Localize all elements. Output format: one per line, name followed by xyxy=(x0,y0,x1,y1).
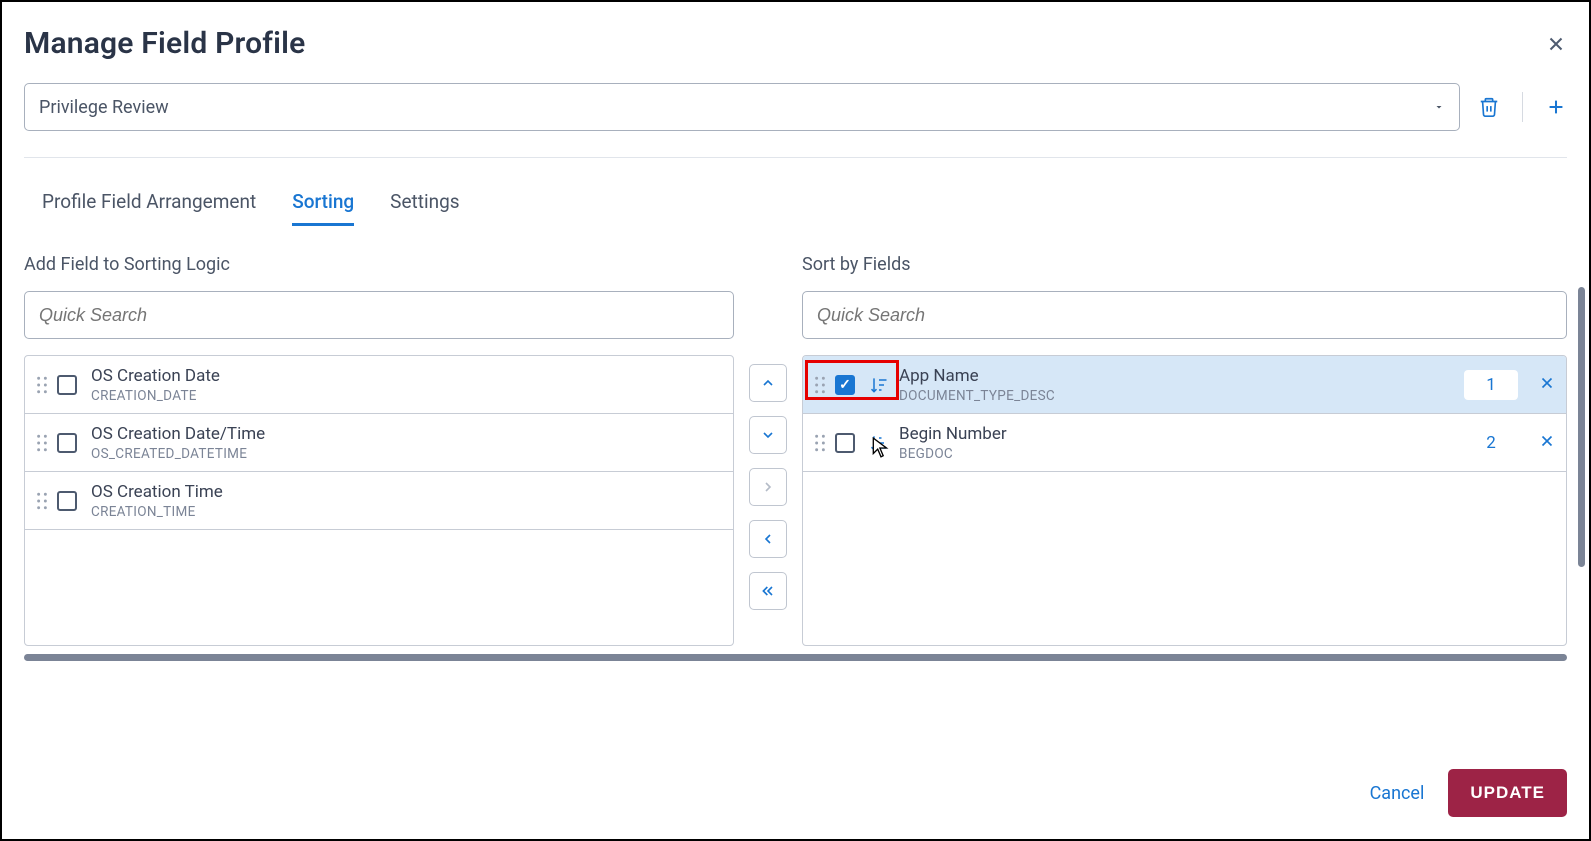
checkbox[interactable] xyxy=(57,491,77,511)
tabs: Profile Field Arrangement Sorting Settin… xyxy=(2,158,1589,226)
available-fields-list: OS Creation Date CREATION_DATE OS Creati… xyxy=(24,355,734,646)
checkbox[interactable] xyxy=(835,375,855,395)
field-title: Begin Number xyxy=(899,424,1464,444)
right-search-input[interactable] xyxy=(817,305,1552,326)
remove-icon[interactable] xyxy=(1538,432,1556,454)
caret-down-icon xyxy=(1433,97,1445,118)
checkbox[interactable] xyxy=(835,433,855,453)
list-item[interactable]: OS Creation Time CREATION_TIME xyxy=(25,472,733,530)
vertical-scrollbar[interactable] xyxy=(1578,287,1585,567)
sort-desc-icon[interactable] xyxy=(869,375,889,395)
field-code: CREATION_DATE xyxy=(91,388,723,404)
page-title: Manage Field Profile xyxy=(24,26,305,61)
profile-select[interactable]: Privilege Review xyxy=(24,83,1460,131)
field-title: OS Creation Time xyxy=(91,482,723,502)
update-button[interactable]: UPDATE xyxy=(1448,769,1567,817)
close-icon[interactable] xyxy=(1545,33,1567,55)
tab-settings[interactable]: Settings xyxy=(390,190,459,226)
checkbox[interactable] xyxy=(57,375,77,395)
remove-icon[interactable] xyxy=(1538,374,1556,396)
left-column-label: Add Field to Sorting Logic xyxy=(24,254,734,275)
order-badge: 2 xyxy=(1464,428,1518,458)
divider xyxy=(1522,92,1523,122)
move-left-button[interactable] xyxy=(749,520,787,558)
right-search[interactable] xyxy=(802,291,1567,339)
profile-select-value: Privilege Review xyxy=(39,97,169,118)
drag-handle-icon[interactable] xyxy=(813,376,827,394)
field-code: BEGDOC xyxy=(899,446,1464,462)
checkbox[interactable] xyxy=(57,433,77,453)
delete-icon[interactable] xyxy=(1478,96,1500,118)
move-right-button[interactable] xyxy=(749,468,787,506)
field-code: DOCUMENT_TYPE_DESC xyxy=(899,388,1464,404)
right-column-label: Sort by Fields xyxy=(802,254,1567,275)
list-item[interactable]: OS Creation Date CREATION_DATE xyxy=(25,356,733,414)
tab-sorting[interactable]: Sorting xyxy=(292,190,354,226)
left-search[interactable] xyxy=(24,291,734,339)
drag-handle-icon[interactable] xyxy=(35,492,49,510)
field-code: CREATION_TIME xyxy=(91,504,723,520)
field-code: OS_CREATED_DATETIME xyxy=(91,446,723,462)
field-title: OS Creation Date/Time xyxy=(91,424,723,444)
field-title: App Name xyxy=(899,366,1464,386)
move-all-left-button[interactable] xyxy=(749,572,787,610)
field-title: OS Creation Date xyxy=(91,366,723,386)
move-up-button[interactable] xyxy=(749,364,787,402)
left-search-input[interactable] xyxy=(39,305,719,326)
add-icon[interactable] xyxy=(1545,96,1567,118)
tab-profile-field-arrangement[interactable]: Profile Field Arrangement xyxy=(42,190,256,226)
sort-fields-list: App Name DOCUMENT_TYPE_DESC 1 xyxy=(802,355,1567,646)
drag-handle-icon[interactable] xyxy=(35,376,49,394)
sort-asc-icon[interactable] xyxy=(869,433,889,453)
drag-handle-icon[interactable] xyxy=(35,434,49,452)
order-badge: 1 xyxy=(1464,370,1518,400)
cancel-button[interactable]: Cancel xyxy=(1370,783,1425,804)
drag-handle-icon[interactable] xyxy=(813,434,827,452)
horizontal-scrollbar[interactable] xyxy=(24,654,1567,661)
move-down-button[interactable] xyxy=(749,416,787,454)
list-item[interactable]: OS Creation Date/Time OS_CREATED_DATETIM… xyxy=(25,414,733,472)
list-item[interactable]: Begin Number BEGDOC 2 xyxy=(803,414,1566,472)
list-item[interactable]: App Name DOCUMENT_TYPE_DESC 1 xyxy=(803,356,1566,414)
